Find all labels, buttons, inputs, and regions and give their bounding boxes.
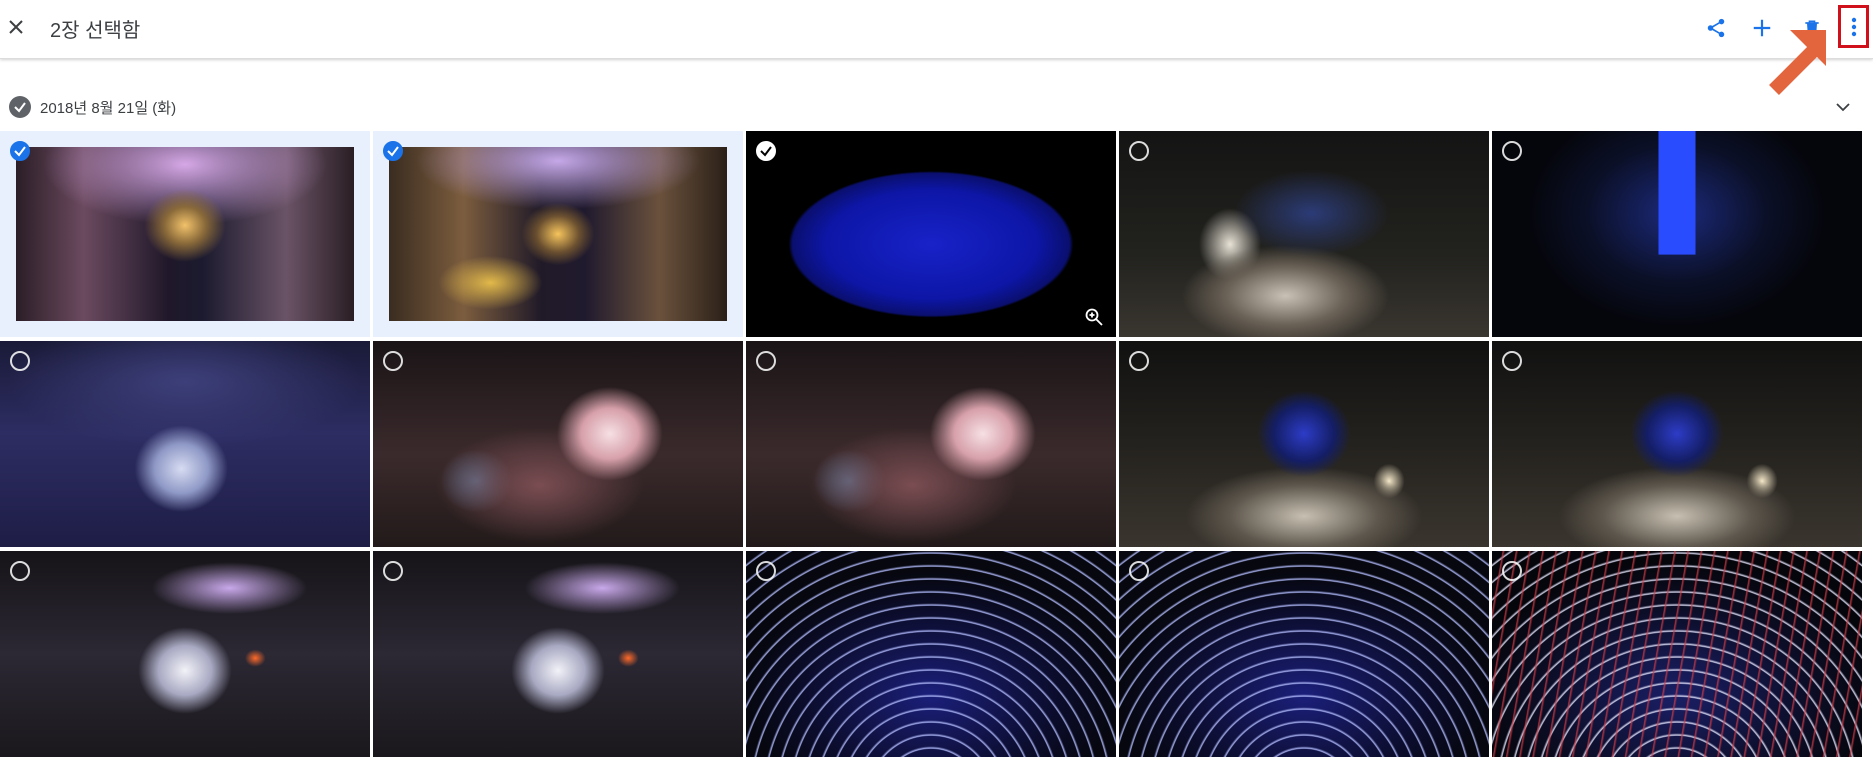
select-checkbox[interactable] (1502, 141, 1522, 161)
photo-thumbnail (746, 131, 1116, 337)
photo-tile[interactable] (373, 341, 743, 547)
photo-thumbnail (0, 551, 370, 757)
photo-tile[interactable] (373, 551, 743, 757)
select-checkbox[interactable] (756, 351, 776, 371)
photo-thumbnail (0, 341, 370, 547)
photo-tile[interactable] (1119, 341, 1489, 547)
photo-tile[interactable] (1492, 131, 1862, 337)
more-vert-icon (1851, 17, 1856, 36)
select-all-date-button[interactable] (9, 96, 31, 118)
select-checkbox[interactable] (756, 141, 776, 161)
check-icon (14, 102, 26, 113)
photo-thumbnail (1119, 341, 1489, 547)
date-group-header: 2018년 8월 21일 (화) (0, 90, 1873, 122)
zoom-in-icon[interactable] (1084, 307, 1104, 327)
chevron-down-icon (1836, 103, 1850, 112)
photo-tile[interactable] (1492, 551, 1862, 757)
photo-thumbnail (373, 341, 743, 547)
select-checkbox[interactable] (383, 351, 403, 371)
photo-thumbnail (389, 147, 727, 321)
photo-tile[interactable] (1119, 131, 1489, 337)
photo-tile[interactable] (746, 131, 1116, 337)
photo-thumbnail (1119, 131, 1489, 337)
photo-thumbnail (16, 147, 354, 321)
select-checkbox[interactable] (756, 561, 776, 581)
photo-thumbnail (1492, 551, 1862, 757)
photo-tile[interactable] (0, 341, 370, 547)
more-options-button[interactable] (1838, 5, 1869, 48)
delete-button[interactable] (1794, 10, 1830, 46)
select-checkbox[interactable] (1129, 141, 1149, 161)
select-checkbox[interactable] (10, 351, 30, 371)
select-checkbox[interactable] (383, 141, 403, 161)
photo-thumbnail (1492, 131, 1862, 337)
photo-tile[interactable] (746, 341, 1116, 547)
selection-count-title: 2장 선택함 (50, 20, 141, 42)
photo-tile[interactable] (1492, 341, 1862, 547)
select-checkbox[interactable] (1129, 561, 1149, 581)
photo-tile[interactable] (0, 131, 370, 337)
photo-tile[interactable] (746, 551, 1116, 757)
close-selection-button[interactable] (2, 8, 30, 46)
photo-tile[interactable] (0, 551, 370, 757)
photo-grid (0, 131, 1873, 758)
select-checkbox[interactable] (1129, 351, 1149, 371)
share-icon (1707, 18, 1725, 38)
add-to-album-button[interactable] (1744, 10, 1780, 46)
photo-thumbnail (746, 341, 1116, 547)
trash-icon (1805, 20, 1819, 36)
select-checkbox[interactable] (1502, 561, 1522, 581)
photo-thumbnail (1119, 551, 1489, 757)
add-icon (1753, 19, 1771, 37)
photo-thumbnail (373, 551, 743, 757)
photo-tile[interactable] (373, 131, 743, 337)
photo-thumbnail (746, 551, 1116, 757)
select-checkbox[interactable] (10, 141, 30, 161)
check-icon (14, 146, 26, 157)
collapse-date-button[interactable] (1830, 94, 1856, 120)
select-checkbox[interactable] (10, 561, 30, 581)
photo-tile[interactable] (1119, 551, 1489, 757)
close-icon (9, 20, 23, 34)
share-button[interactable] (1698, 10, 1734, 46)
check-icon (387, 146, 399, 157)
select-checkbox[interactable] (383, 561, 403, 581)
check-icon (760, 146, 772, 157)
date-label: 2018년 8월 21일 (화) (40, 100, 177, 117)
selection-toolbar: 2장 선택함 (0, 0, 1873, 59)
photo-thumbnail (1492, 341, 1862, 547)
select-checkbox[interactable] (1502, 351, 1522, 371)
